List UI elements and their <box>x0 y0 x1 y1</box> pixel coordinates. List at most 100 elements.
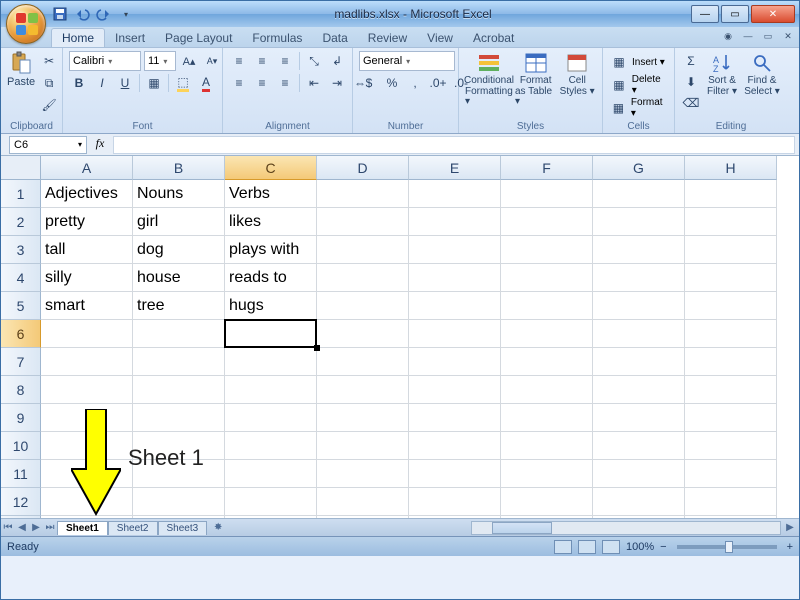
align-left-icon[interactable]: ≡ <box>229 73 249 93</box>
cell-D5[interactable] <box>317 292 409 320</box>
cell-G8[interactable] <box>593 376 685 404</box>
view-normal-icon[interactable] <box>554 540 572 554</box>
tab-acrobat[interactable]: Acrobat <box>463 29 524 47</box>
column-header-F[interactable]: F <box>501 156 593 180</box>
insert-cells-button[interactable]: Insert ▾ <box>632 57 665 68</box>
cell-C12[interactable] <box>225 488 317 516</box>
view-page-break-icon[interactable] <box>602 540 620 554</box>
format-as-table-button[interactable]: Format as Table ▾ <box>515 51 556 107</box>
currency-icon[interactable]: $ <box>359 73 379 93</box>
increase-indent-icon[interactable]: ⇥ <box>327 73 347 93</box>
align-bottom-icon[interactable]: ≡ <box>275 51 295 71</box>
format-painter-icon[interactable]: 🖌 <box>39 95 59 115</box>
sheet-nav-prev-icon[interactable]: ◀ <box>15 521 29 535</box>
cell-H2[interactable] <box>685 208 777 236</box>
cell-A1[interactable]: Adjectives <box>41 180 133 208</box>
tab-formulas[interactable]: Formulas <box>242 29 312 47</box>
align-middle-icon[interactable]: ≡ <box>252 51 272 71</box>
cell-E9[interactable] <box>409 404 501 432</box>
cell-C5[interactable]: hugs <box>225 292 317 320</box>
cell-A6[interactable] <box>41 320 133 348</box>
cell-E2[interactable] <box>409 208 501 236</box>
cell-F5[interactable] <box>501 292 593 320</box>
row-header-2[interactable]: 2 <box>1 208 41 236</box>
cell-D10[interactable] <box>317 432 409 460</box>
cell-C1[interactable]: Verbs <box>225 180 317 208</box>
redo-icon[interactable] <box>95 5 113 23</box>
cell-A4[interactable]: silly <box>41 264 133 292</box>
fill-color-icon[interactable]: ⬚ <box>173 73 193 93</box>
cell-H8[interactable] <box>685 376 777 404</box>
cell-G4[interactable] <box>593 264 685 292</box>
grow-font-icon[interactable]: A▴ <box>179 51 199 71</box>
cell-H7[interactable] <box>685 348 777 376</box>
cell-F9[interactable] <box>501 404 593 432</box>
cell-G7[interactable] <box>593 348 685 376</box>
delete-cells-button[interactable]: Delete ▾ <box>632 74 668 96</box>
cell-G6[interactable] <box>593 320 685 348</box>
cell-B9[interactable] <box>133 404 225 432</box>
cell-F6[interactable] <box>501 320 593 348</box>
formula-input[interactable] <box>113 136 795 154</box>
cell-H12[interactable] <box>685 488 777 516</box>
cell-D6[interactable] <box>317 320 409 348</box>
format-cells-icon[interactable]: ▦ <box>609 98 628 118</box>
sort-filter-button[interactable]: AZ Sort & Filter ▾ <box>703 51 741 97</box>
cell-G9[interactable] <box>593 404 685 432</box>
column-header-E[interactable]: E <box>409 156 501 180</box>
cell-G5[interactable] <box>593 292 685 320</box>
row-header-7[interactable]: 7 <box>1 348 41 376</box>
cell-C10[interactable] <box>225 432 317 460</box>
wrap-text-icon[interactable]: ↲ <box>327 51 347 71</box>
cell-D4[interactable] <box>317 264 409 292</box>
font-name-combo[interactable]: Calibri▾ <box>69 51 141 71</box>
cell-G11[interactable] <box>593 460 685 488</box>
cell-A2[interactable]: pretty <box>41 208 133 236</box>
cell-E5[interactable] <box>409 292 501 320</box>
cell-B1[interactable]: Nouns <box>133 180 225 208</box>
cell-F2[interactable] <box>501 208 593 236</box>
cell-D1[interactable] <box>317 180 409 208</box>
cell-D11[interactable] <box>317 460 409 488</box>
cell-B10[interactable] <box>133 432 225 460</box>
cell-A5[interactable]: smart <box>41 292 133 320</box>
sheet-nav-last-icon[interactable]: ⏭ <box>43 521 57 535</box>
cell-A11[interactable] <box>41 460 133 488</box>
name-box[interactable]: C6▾ <box>9 136 87 154</box>
qat-dropdown-icon[interactable]: ▾ <box>117 5 135 23</box>
cell-B5[interactable]: tree <box>133 292 225 320</box>
close-button[interactable]: ✕ <box>751 5 795 23</box>
cell-C8[interactable] <box>225 376 317 404</box>
paste-button[interactable]: Paste <box>7 51 35 88</box>
font-size-combo[interactable]: 11▾ <box>144 51 176 71</box>
sheet-nav-next-icon[interactable]: ▶ <box>29 521 43 535</box>
row-header-3[interactable]: 3 <box>1 236 41 264</box>
cell-F10[interactable] <box>501 432 593 460</box>
cell-E1[interactable] <box>409 180 501 208</box>
row-header-5[interactable]: 5 <box>1 292 41 320</box>
cell-E11[interactable] <box>409 460 501 488</box>
doc-close-icon[interactable]: ✕ <box>781 29 795 43</box>
row-header-12[interactable]: 12 <box>1 488 41 516</box>
row-header-9[interactable]: 9 <box>1 404 41 432</box>
sheet-tab-1[interactable]: Sheet1 <box>57 521 108 535</box>
delete-cells-icon[interactable]: ▦ <box>609 75 629 95</box>
cell-B3[interactable]: dog <box>133 236 225 264</box>
cell-E8[interactable] <box>409 376 501 404</box>
cell-E4[interactable] <box>409 264 501 292</box>
cell-C2[interactable]: likes <box>225 208 317 236</box>
cell-D7[interactable] <box>317 348 409 376</box>
cell-styles-button[interactable]: Cell Styles ▾ <box>558 51 596 97</box>
view-page-layout-icon[interactable] <box>578 540 596 554</box>
font-color-icon[interactable]: A <box>196 73 216 93</box>
sheet-tab-2[interactable]: Sheet2 <box>108 521 158 535</box>
office-button[interactable] <box>6 4 46 44</box>
italic-button[interactable]: I <box>92 73 112 93</box>
cell-B11[interactable] <box>133 460 225 488</box>
tab-home[interactable]: Home <box>51 28 105 47</box>
cell-C4[interactable]: reads to <box>225 264 317 292</box>
number-format-combo[interactable]: General▾ <box>359 51 455 71</box>
doc-restore-icon[interactable]: ▭ <box>761 29 775 43</box>
column-header-A[interactable]: A <box>41 156 133 180</box>
orientation-icon[interactable]: ⤡ <box>304 51 324 71</box>
